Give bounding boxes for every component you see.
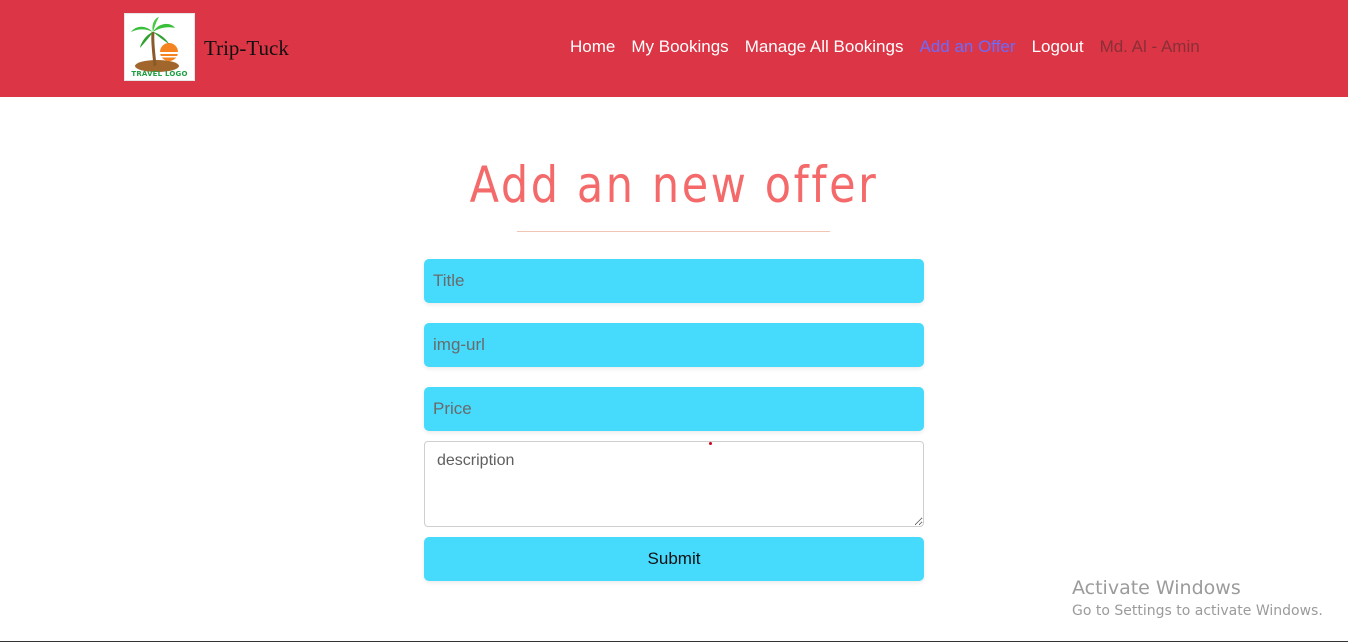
nav-logout[interactable]: Logout	[1032, 36, 1084, 58]
brand-name[interactable]: Trip-Tuck	[204, 35, 289, 61]
nav-home[interactable]: Home	[570, 36, 615, 58]
nav-add-offer[interactable]: Add an Offer	[919, 36, 1015, 58]
submit-button[interactable]: Submit	[424, 537, 924, 581]
img-url-input[interactable]	[424, 323, 924, 367]
page: TRAVEL LOGO Trip-Tuck Home My Bookings M…	[0, 0, 1348, 642]
activate-windows-watermark: Activate Windows Go to Settings to activ…	[1072, 576, 1323, 621]
nav-my-bookings[interactable]: My Bookings	[631, 36, 728, 58]
nav-manage-all-bookings[interactable]: Manage All Bookings	[745, 36, 904, 58]
watermark-title: Activate Windows	[1072, 577, 1241, 599]
description-textarea[interactable]	[424, 441, 924, 527]
cursor-dot	[709, 442, 712, 445]
watermark-subtitle: Go to Settings to activate Windows.	[1072, 603, 1323, 619]
title-divider	[517, 231, 830, 232]
main-nav: Home My Bookings Manage All Bookings Add…	[570, 36, 1200, 58]
page-title: Add an new offer	[469, 156, 879, 214]
logo-caption: TRAVEL LOGO	[131, 70, 188, 78]
navbar: TRAVEL LOGO Trip-Tuck Home My Bookings M…	[0, 0, 1348, 97]
travel-logo[interactable]: TRAVEL LOGO	[124, 13, 195, 81]
user-name: Md. Al - Amin	[1099, 37, 1200, 56]
title-input[interactable]	[424, 259, 924, 303]
add-offer-form: Submit	[424, 259, 924, 581]
price-input[interactable]	[424, 387, 924, 431]
